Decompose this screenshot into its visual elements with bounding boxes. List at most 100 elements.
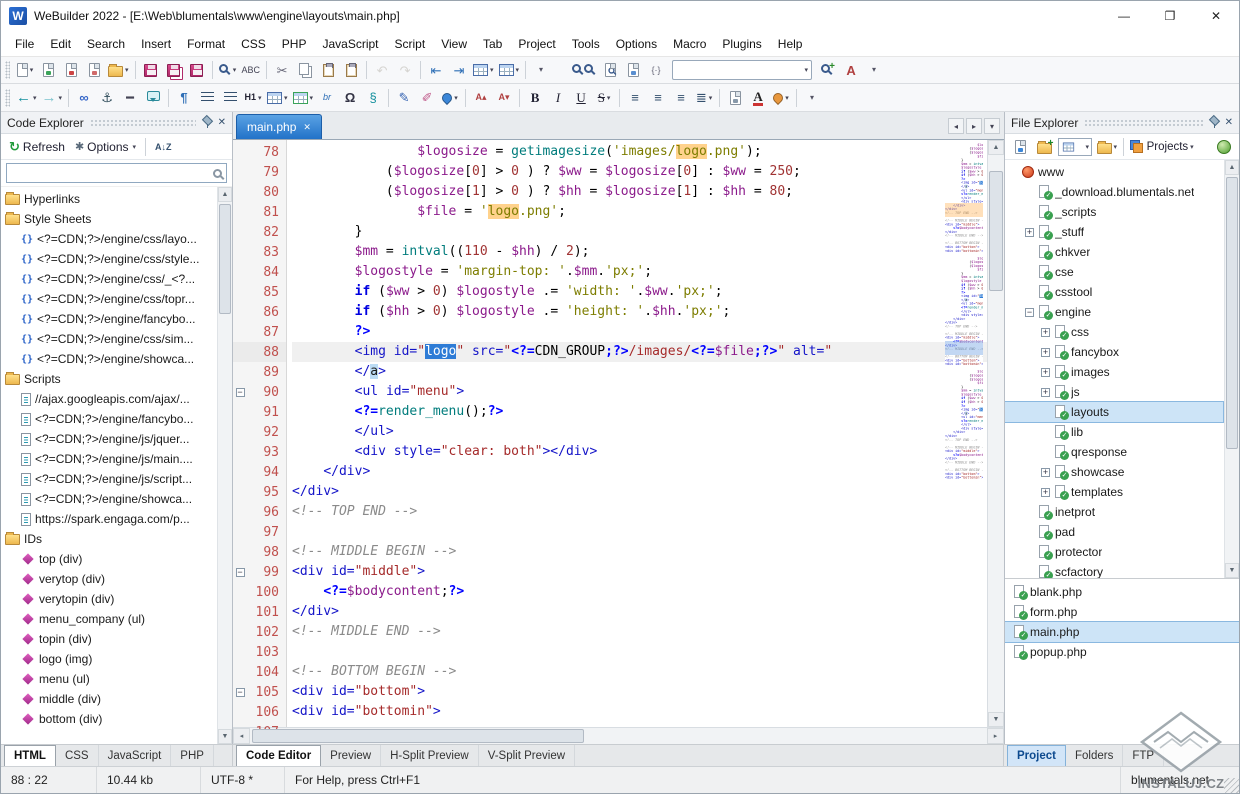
project-tree-item-cse[interactable]: cse <box>1005 262 1223 282</box>
text-size-button[interactable]: A <box>840 59 862 82</box>
open-file-button[interactable] <box>37 59 59 82</box>
project-tree-item-chkver[interactable]: chkver <box>1005 242 1223 262</box>
insert-table-button[interactable]: ▾ <box>265 86 290 109</box>
scroll-right-icon[interactable]: ▸ <box>987 728 1004 744</box>
inline-code-button[interactable]: § <box>362 86 384 109</box>
code-tree-item-bottom-div[interactable]: bottom (div) <box>1 709 216 729</box>
code-tree-item-verytopin-div[interactable]: verytopin (div) <box>1 589 216 609</box>
project-tree-item-engine[interactable]: −engine <box>1005 302 1223 322</box>
code-line-92[interactable]: </ul> <box>292 422 987 442</box>
paste-as-html-button[interactable] <box>340 59 362 82</box>
minimap[interactable]: $logosize = getimagesize('images/logo.pn… <box>945 143 983 538</box>
tab-list-icon[interactable]: ▾ <box>984 118 1000 134</box>
code-tree-item-cdn-engine-css-topr[interactable]: {}<?=CDN;?>/engine/css/topr... <box>1 289 216 309</box>
file-item-form-php[interactable]: form.php <box>1005 602 1239 622</box>
fill-color-button[interactable]: ▾ <box>770 86 792 109</box>
code-line-83[interactable]: $mm = intval((110 - $hh) / 2); <box>292 242 987 262</box>
code-line-84[interactable]: $logostyle = 'margin-top: '.$mm.'px;'; <box>292 262 987 282</box>
close-button[interactable]: ✕ <box>1193 1 1239 31</box>
scrollbar-thumb[interactable] <box>219 204 231 314</box>
copy-button[interactable] <box>294 59 316 82</box>
gutter-line-88[interactable]: 88 <box>233 342 286 362</box>
font-color-button[interactable]: A <box>747 86 769 109</box>
fold-toggle-icon[interactable]: − <box>233 688 247 697</box>
tab-h-split-preview[interactable]: H-Split Preview <box>381 745 479 766</box>
gutter-line-85[interactable]: 85 <box>233 282 286 302</box>
gutter-line-96[interactable]: 96 <box>233 502 286 522</box>
align-right-button[interactable]: ≡ <box>670 86 692 109</box>
code-tree-item-cdn-engine-js-script[interactable]: <?=CDN;?>/engine/js/script... <box>1 469 216 489</box>
code-tree-item-style-sheets[interactable]: Style Sheets <box>1 209 216 229</box>
project-tree-item-templates[interactable]: +templates <box>1005 482 1223 502</box>
project-tree-item-download-blumentals-net[interactable]: _download.blumentals.net <box>1005 182 1223 202</box>
zoom-in-button[interactable]: + <box>817 59 839 82</box>
code-tree-item-hyperlinks[interactable]: Hyperlinks <box>1 189 216 209</box>
tab-preview[interactable]: Preview <box>321 745 381 766</box>
indent-button[interactable]: ⇥ <box>448 59 470 82</box>
file-explorer-scrollbar[interactable]: ▲ ▼ <box>1224 160 1239 578</box>
search-input[interactable] <box>6 163 227 183</box>
file-item-blank-php[interactable]: blank.php <box>1005 582 1239 602</box>
synchronize-button[interactable] <box>1009 135 1031 158</box>
project-tree-item-showcase[interactable]: +showcase <box>1005 462 1223 482</box>
editor-horizontal-scrollbar[interactable]: ◂ ▸ <box>233 727 1004 744</box>
tab-folders[interactable]: Folders <box>1066 745 1123 766</box>
gutter-line-81[interactable]: 81 <box>233 202 286 222</box>
menu-item-project[interactable]: Project <box>510 33 563 55</box>
gutter-line-78[interactable]: 78 <box>233 142 286 162</box>
menu-item-php[interactable]: PHP <box>274 33 315 55</box>
code-tree-item-scripts[interactable]: Scripts <box>1 369 216 389</box>
code-explorer-scrollbar[interactable]: ▲ ▼ <box>217 187 232 744</box>
scrollbar-thumb[interactable] <box>989 171 1003 291</box>
code-lines[interactable]: $logosize = getimagesize('images/logo.pn… <box>287 140 987 727</box>
color-picker-button[interactable]: ▾ <box>439 86 461 109</box>
menu-item-macro[interactable]: Macro <box>665 33 714 55</box>
code-tree-item-cdn-engine-showca[interactable]: <?=CDN;?>/engine/showca... <box>1 489 216 509</box>
code-tree-item-cdn-engine-fancybo[interactable]: <?=CDN;?>/engine/fancybo... <box>1 409 216 429</box>
new-from-template-button[interactable] <box>60 59 82 82</box>
expand-toggle-icon[interactable]: − <box>1025 308 1034 317</box>
gutter-line-106[interactable]: 106 <box>233 702 286 722</box>
gutter-line-80[interactable]: 80 <box>233 182 286 202</box>
resize-grip[interactable] <box>1224 778 1239 793</box>
project-tree-item-stuff[interactable]: +_stuff <box>1005 222 1223 242</box>
code-tree-item-verytop-div[interactable]: verytop (div) <box>1 569 216 589</box>
code-line-86[interactable]: if ($hh > 0) $logostyle .= 'height: '.$h… <box>292 302 987 322</box>
code-editor[interactable]: 787980818283848586878889−909192939495969… <box>233 140 1004 727</box>
gutter-line-83[interactable]: 83 <box>233 242 286 262</box>
file-item-main-php[interactable]: main.php <box>1005 622 1239 642</box>
back-button[interactable]: ←▾ <box>14 86 39 109</box>
minimize-button[interactable]: — <box>1101 1 1147 31</box>
find-in-files-button[interactable] <box>570 59 598 82</box>
gutter-line-82[interactable]: 82 <box>233 222 286 242</box>
gutter-line-95[interactable]: 95 <box>233 482 286 502</box>
panel-grip[interactable] <box>90 119 196 127</box>
project-tree-item-csstool[interactable]: csstool <box>1005 282 1223 302</box>
scroll-down-icon[interactable]: ▼ <box>1225 563 1239 578</box>
menu-item-plugins[interactable]: Plugins <box>714 33 769 55</box>
menu-item-tab[interactable]: Tab <box>475 33 510 55</box>
sort-az-button[interactable]: A↓Z <box>151 140 176 154</box>
code-snippets-button[interactable]: {·} <box>645 59 667 82</box>
code-tree-item-cdn-engine-css[interactable]: {}<?=CDN;?>/engine/css/_<?... <box>1 269 216 289</box>
print-button[interactable] <box>83 59 105 82</box>
view-filter-combobox[interactable]: ▾ <box>1057 135 1093 158</box>
menu-item-file[interactable]: File <box>7 33 42 55</box>
code-line-100[interactable]: <?=$bodycontent;?> <box>292 582 987 602</box>
gutter-line-91[interactable]: 91 <box>233 402 286 422</box>
pin-icon[interactable] <box>1209 116 1219 129</box>
tab-ftp[interactable]: FTP <box>1123 745 1164 766</box>
project-tree-item-qresponse[interactable]: qresponse <box>1005 442 1223 462</box>
gutter-line-89[interactable]: 89 <box>233 362 286 382</box>
gutter-line-86[interactable]: 86 <box>233 302 286 322</box>
code-line-103[interactable] <box>292 642 987 662</box>
gutter-line-103[interactable]: 103 <box>233 642 286 662</box>
italic-button[interactable]: I <box>547 86 569 109</box>
align-left-button[interactable]: ≡ <box>624 86 646 109</box>
horizontal-rule-button[interactable]: ━ <box>119 86 141 109</box>
search-replace-button[interactable] <box>599 59 621 82</box>
view-menu-button[interactable]: ▾ <box>863 59 885 82</box>
save-as-button[interactable] <box>186 59 208 82</box>
scrollbar-thumb[interactable] <box>1226 177 1238 449</box>
code-line-88[interactable]: <img id="logo" src="<?=CDN_GROUP;?>/imag… <box>292 342 987 362</box>
